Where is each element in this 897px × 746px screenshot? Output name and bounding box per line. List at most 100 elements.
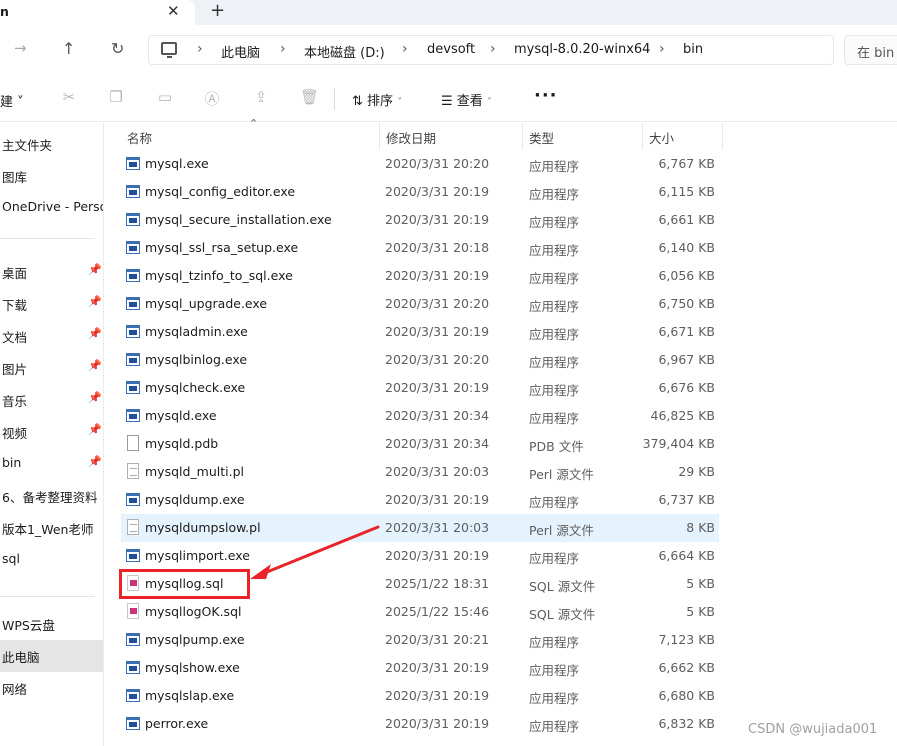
application-icon xyxy=(126,549,140,562)
file-size: 6,737 KB xyxy=(658,492,715,507)
more-options-button[interactable]: ··· xyxy=(534,85,558,106)
application-icon xyxy=(126,633,140,646)
sidebar-item[interactable]: 下载 📌 xyxy=(0,288,103,320)
up-arrow-icon[interactable]: ↑ xyxy=(62,39,75,58)
file-row[interactable]: mysqlshow.exe 2020/3/31 20:19 应用程序 6,662 KB xyxy=(121,654,719,682)
application-icon xyxy=(126,493,140,506)
search-input[interactable]: 在 bin xyxy=(844,35,897,65)
file-row[interactable]: mysqld.exe 2020/3/31 20:34 应用程序 46,825 KB xyxy=(121,402,719,430)
file-row[interactable]: mysqlcheck.exe 2020/3/31 20:19 应用程序 6,676 K… xyxy=(121,374,719,402)
file-row[interactable]: perror.exe 2020/3/31 20:19 应用程序 6,832 KB xyxy=(121,710,719,738)
breadcrumb-bin[interactable]: bin xyxy=(683,42,703,57)
sidebar-item[interactable]: bin 📌 xyxy=(0,448,103,480)
sort-button[interactable]: ⇅ 排序 ˅ xyxy=(352,90,402,109)
file-row[interactable]: mysqlbinlog.exe 2020/3/31 20:20 应用程序 6,967 … xyxy=(121,346,719,374)
column-header-date[interactable]: 修改日期 xyxy=(380,123,523,149)
application-icon xyxy=(126,353,140,366)
sidebar-item[interactable]: 主文件夹 xyxy=(0,128,103,160)
sidebar-item-label: 图片 xyxy=(2,362,28,377)
chevron-right-icon[interactable]: › xyxy=(402,41,408,57)
file-row[interactable]: mysqldump.exe 2020/3/31 20:19 应用程序 6,737 KB xyxy=(121,486,719,514)
file-name: mysqlcheck.exe xyxy=(145,380,246,395)
refresh-icon[interactable]: ↻ xyxy=(111,39,124,58)
file-name: mysqlshow.exe xyxy=(145,660,240,675)
file-row[interactable]: mysqllogOK.sql 2025/1/22 15:46 SQL 源文件 5 KB xyxy=(121,598,719,626)
sidebar-item[interactable]: 网络 xyxy=(0,672,103,704)
file-type: SQL 源文件 xyxy=(529,579,596,594)
address-bar[interactable]: › 此电脑 › 本地磁盘 (D:) › devsoft › mysql-8.0.… xyxy=(148,35,834,65)
new-tab-button[interactable]: + xyxy=(210,0,225,21)
cut-icon[interactable]: ✂ xyxy=(60,88,78,106)
file-row[interactable]: mysqladmin.exe 2020/3/31 20:19 应用程序 6,671 K… xyxy=(121,318,719,346)
navigation-bar: → ↑ ↻ › 此电脑 › 本地磁盘 (D:) › devsoft › mysq… xyxy=(0,26,897,73)
chevron-right-icon[interactable]: › xyxy=(280,41,286,57)
file-row[interactable]: mysqld_multi.pl 2020/3/31 20:03 Perl 源文件 29… xyxy=(121,458,719,486)
sort-label: 排序 xyxy=(367,94,394,109)
file-row[interactable]: mysqldumpslow.pl 2020/3/31 20:03 Perl 源文件 8… xyxy=(121,514,719,542)
file-row[interactable]: mysql_tzinfo_to_sql.exe 2020/3/31 20:19 应用… xyxy=(121,262,719,290)
file-row[interactable]: mysql_ssl_rsa_setup.exe 2020/3/31 20:18 应用… xyxy=(121,234,719,262)
sidebar-item-label: OneDrive - Perso xyxy=(2,199,103,214)
tab-close-icon[interactable]: ✕ xyxy=(167,2,180,20)
file-row[interactable]: mysqld.pdb 2020/3/31 20:34 PDB 文件 379,404 K… xyxy=(121,430,719,458)
breadcrumb-drive-d[interactable]: 本地磁盘 (D:) xyxy=(304,42,385,61)
file-name: mysqld.exe xyxy=(145,408,217,423)
new-button[interactable]: 建 ˅ xyxy=(0,91,24,110)
sidebar-item-label: 6、备考整理资料 xyxy=(2,490,98,505)
file-row[interactable]: mysqlpump.exe 2020/3/31 20:21 应用程序 7,123 KB xyxy=(121,626,719,654)
file-type: 应用程序 xyxy=(529,691,580,706)
pin-icon: 📌 xyxy=(88,263,102,276)
sidebar-item[interactable]: 音乐 📌 xyxy=(0,384,103,416)
application-icon xyxy=(126,269,140,282)
file-list: ⌃ 名称 修改日期 类型 大小 mysql.exe 2020/3/31 20:20… xyxy=(104,117,897,746)
file-row[interactable]: mysql_config_editor.exe 2020/3/31 20:19 应用… xyxy=(121,178,719,206)
sidebar-item-label: WPS云盘 xyxy=(2,618,55,633)
breadcrumb-mysql[interactable]: mysql-8.0.20-winx64 xyxy=(514,42,650,57)
breadcrumb-this-pc[interactable]: 此电脑 xyxy=(221,42,260,61)
rename-icon[interactable]: Ⓐ xyxy=(203,88,221,108)
copy-icon[interactable]: ❐ xyxy=(107,88,125,106)
application-icon xyxy=(126,157,140,170)
file-name: mysqladmin.exe xyxy=(145,324,248,339)
column-header-name[interactable]: 名称 xyxy=(121,123,380,149)
file-type: SQL 源文件 xyxy=(529,607,596,622)
file-type: 应用程序 xyxy=(529,663,580,678)
file-row[interactable]: mysql_upgrade.exe 2020/3/31 20:20 应用程序 6,75… xyxy=(121,290,719,318)
delete-icon[interactable]: 🗑 xyxy=(300,88,319,106)
sidebar-item[interactable]: WPS云盘 xyxy=(0,608,103,640)
share-icon[interactable]: ⇪ xyxy=(252,88,270,106)
file-type: 应用程序 xyxy=(529,159,580,174)
sidebar-item[interactable]: OneDrive - Perso xyxy=(0,192,103,224)
sidebar-item[interactable]: sql xyxy=(0,544,103,576)
sidebar-item[interactable]: 图库 xyxy=(0,160,103,192)
file-size: 6,676 KB xyxy=(658,380,715,395)
file-size: 6,115 KB xyxy=(658,184,715,199)
sidebar-item[interactable]: 图片 📌 xyxy=(0,352,103,384)
column-size-label: 大小 xyxy=(649,131,675,146)
chevron-right-icon[interactable]: › xyxy=(490,41,496,57)
breadcrumb-devsoft[interactable]: devsoft xyxy=(427,42,475,57)
sidebar-item[interactable]: 视频 📌 xyxy=(0,416,103,448)
sidebar-item[interactable]: 此电脑 xyxy=(0,640,103,672)
tab-bin[interactable]: n ✕ xyxy=(0,0,195,25)
column-name-label: 名称 xyxy=(127,131,153,146)
file-row[interactable]: mysqlimport.exe 2020/3/31 20:19 应用程序 6,664 … xyxy=(121,542,719,570)
view-button[interactable]: ☰ 查看 ˅ xyxy=(441,90,492,109)
column-header-type[interactable]: 类型 xyxy=(523,123,643,149)
paste-icon[interactable]: ▭ xyxy=(156,88,174,106)
application-icon xyxy=(126,661,140,674)
sidebar-item[interactable]: 桌面 📌 xyxy=(0,256,103,288)
application-icon xyxy=(126,185,140,198)
file-row[interactable]: mysql.exe 2020/3/31 20:20 应用程序 6,767 KB xyxy=(121,150,719,178)
application-icon xyxy=(126,381,140,394)
sidebar-item[interactable]: 6、备考整理资料 xyxy=(0,480,103,512)
file-row[interactable]: mysql_secure_installation.exe 2020/3/31 2… xyxy=(121,206,719,234)
chevron-right-icon[interactable]: › xyxy=(659,41,665,57)
sidebar-item[interactable]: 文档 📌 xyxy=(0,320,103,352)
file-row[interactable]: mysqlslap.exe 2020/3/31 20:19 应用程序 6,680 KB xyxy=(121,682,719,710)
forward-arrow-icon[interactable]: → xyxy=(14,39,27,57)
chevron-right-icon[interactable]: › xyxy=(197,41,203,57)
sidebar-item[interactable]: 版本1_Wen老师 xyxy=(0,512,103,544)
column-header-size[interactable]: 大小 xyxy=(643,123,723,149)
file-type: PDB 文件 xyxy=(529,439,584,454)
